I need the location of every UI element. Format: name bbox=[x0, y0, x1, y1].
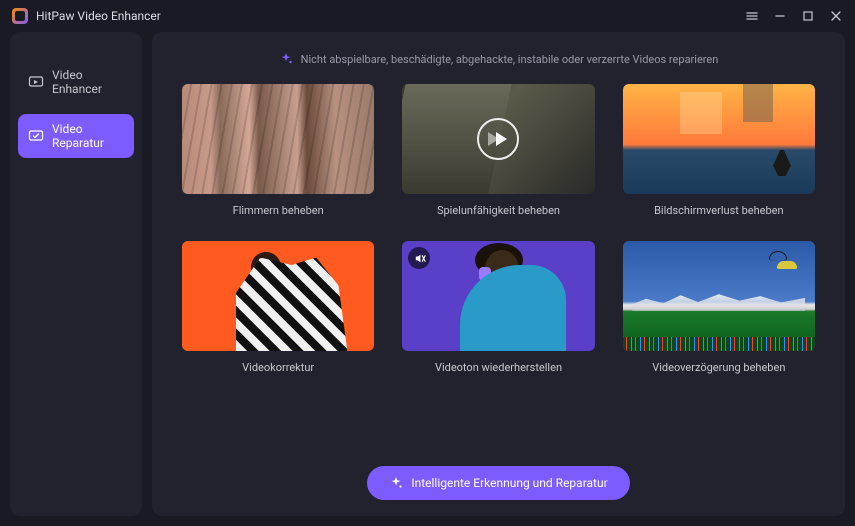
card-label: Bildschirmverlust beheben bbox=[623, 204, 815, 217]
titlebar: HitPaw Video Enhancer bbox=[0, 0, 855, 32]
sidebar-item-label: Video Reparatur bbox=[52, 122, 124, 150]
card-label: Videoverzögerung beheben bbox=[623, 361, 815, 374]
maximize-icon bbox=[802, 10, 814, 22]
thumb-delay bbox=[623, 241, 815, 351]
play-overlay-icon bbox=[477, 118, 519, 160]
card-flicker[interactable]: Flimmern beheben bbox=[182, 84, 374, 217]
mute-icon bbox=[408, 247, 430, 269]
titlebar-left: HitPaw Video Enhancer bbox=[12, 8, 161, 24]
maximize-button[interactable] bbox=[801, 9, 815, 23]
app-title: HitPaw Video Enhancer bbox=[36, 9, 161, 23]
enhance-icon bbox=[28, 74, 44, 90]
window-controls bbox=[745, 9, 843, 23]
minimize-button[interactable] bbox=[773, 9, 787, 23]
cta-label: Intelligente Erkennung und Reparatur bbox=[411, 476, 607, 490]
sidebar-item-enhancer[interactable]: Video Enhancer bbox=[18, 60, 134, 104]
sparkle-icon bbox=[279, 52, 293, 66]
minimize-icon bbox=[774, 10, 786, 22]
sidebar-item-label: Video Enhancer bbox=[52, 68, 124, 96]
thumb-colorcorrect bbox=[182, 241, 374, 351]
app-logo-icon bbox=[12, 8, 28, 24]
repair-options-grid: Flimmern beheben Spielunfähigkeit behebe… bbox=[182, 84, 815, 452]
card-label: Spielunfähigkeit beheben bbox=[402, 204, 594, 217]
card-delay[interactable]: Videoverzögerung beheben bbox=[623, 241, 815, 374]
card-screenloss[interactable]: Bildschirmverlust beheben bbox=[623, 84, 815, 217]
thumb-screenloss bbox=[623, 84, 815, 194]
footer: Intelligente Erkennung und Reparatur bbox=[182, 452, 815, 500]
card-label: Videoton wiederherstellen bbox=[402, 361, 594, 374]
menu-button[interactable] bbox=[745, 9, 759, 23]
content-tagline: Nicht abspielbare, beschädigte, abgehack… bbox=[182, 52, 815, 66]
card-label: Flimmern beheben bbox=[182, 204, 374, 217]
hamburger-icon bbox=[746, 10, 758, 22]
thumb-playback bbox=[402, 84, 594, 194]
sidebar: Video Enhancer Video Reparatur bbox=[10, 32, 142, 516]
thumb-flicker bbox=[182, 84, 374, 194]
sidebar-item-repair[interactable]: Video Reparatur bbox=[18, 114, 134, 158]
repair-icon bbox=[28, 128, 44, 144]
card-colorcorrect[interactable]: Videokorrektur bbox=[182, 241, 374, 374]
smart-repair-button[interactable]: Intelligente Erkennung und Reparatur bbox=[367, 466, 629, 500]
card-playback[interactable]: Spielunfähigkeit beheben bbox=[402, 84, 594, 217]
thumb-audio bbox=[402, 241, 594, 351]
close-icon bbox=[830, 10, 842, 22]
close-button[interactable] bbox=[829, 9, 843, 23]
card-audio[interactable]: Videoton wiederherstellen bbox=[402, 241, 594, 374]
card-label: Videokorrektur bbox=[182, 361, 374, 374]
wand-icon bbox=[389, 476, 403, 490]
tagline-text: Nicht abspielbare, beschädigte, abgehack… bbox=[301, 53, 719, 66]
content-panel: Nicht abspielbare, beschädigte, abgehack… bbox=[152, 32, 845, 516]
main-area: Video Enhancer Video Reparatur Nicht abs… bbox=[0, 32, 855, 526]
